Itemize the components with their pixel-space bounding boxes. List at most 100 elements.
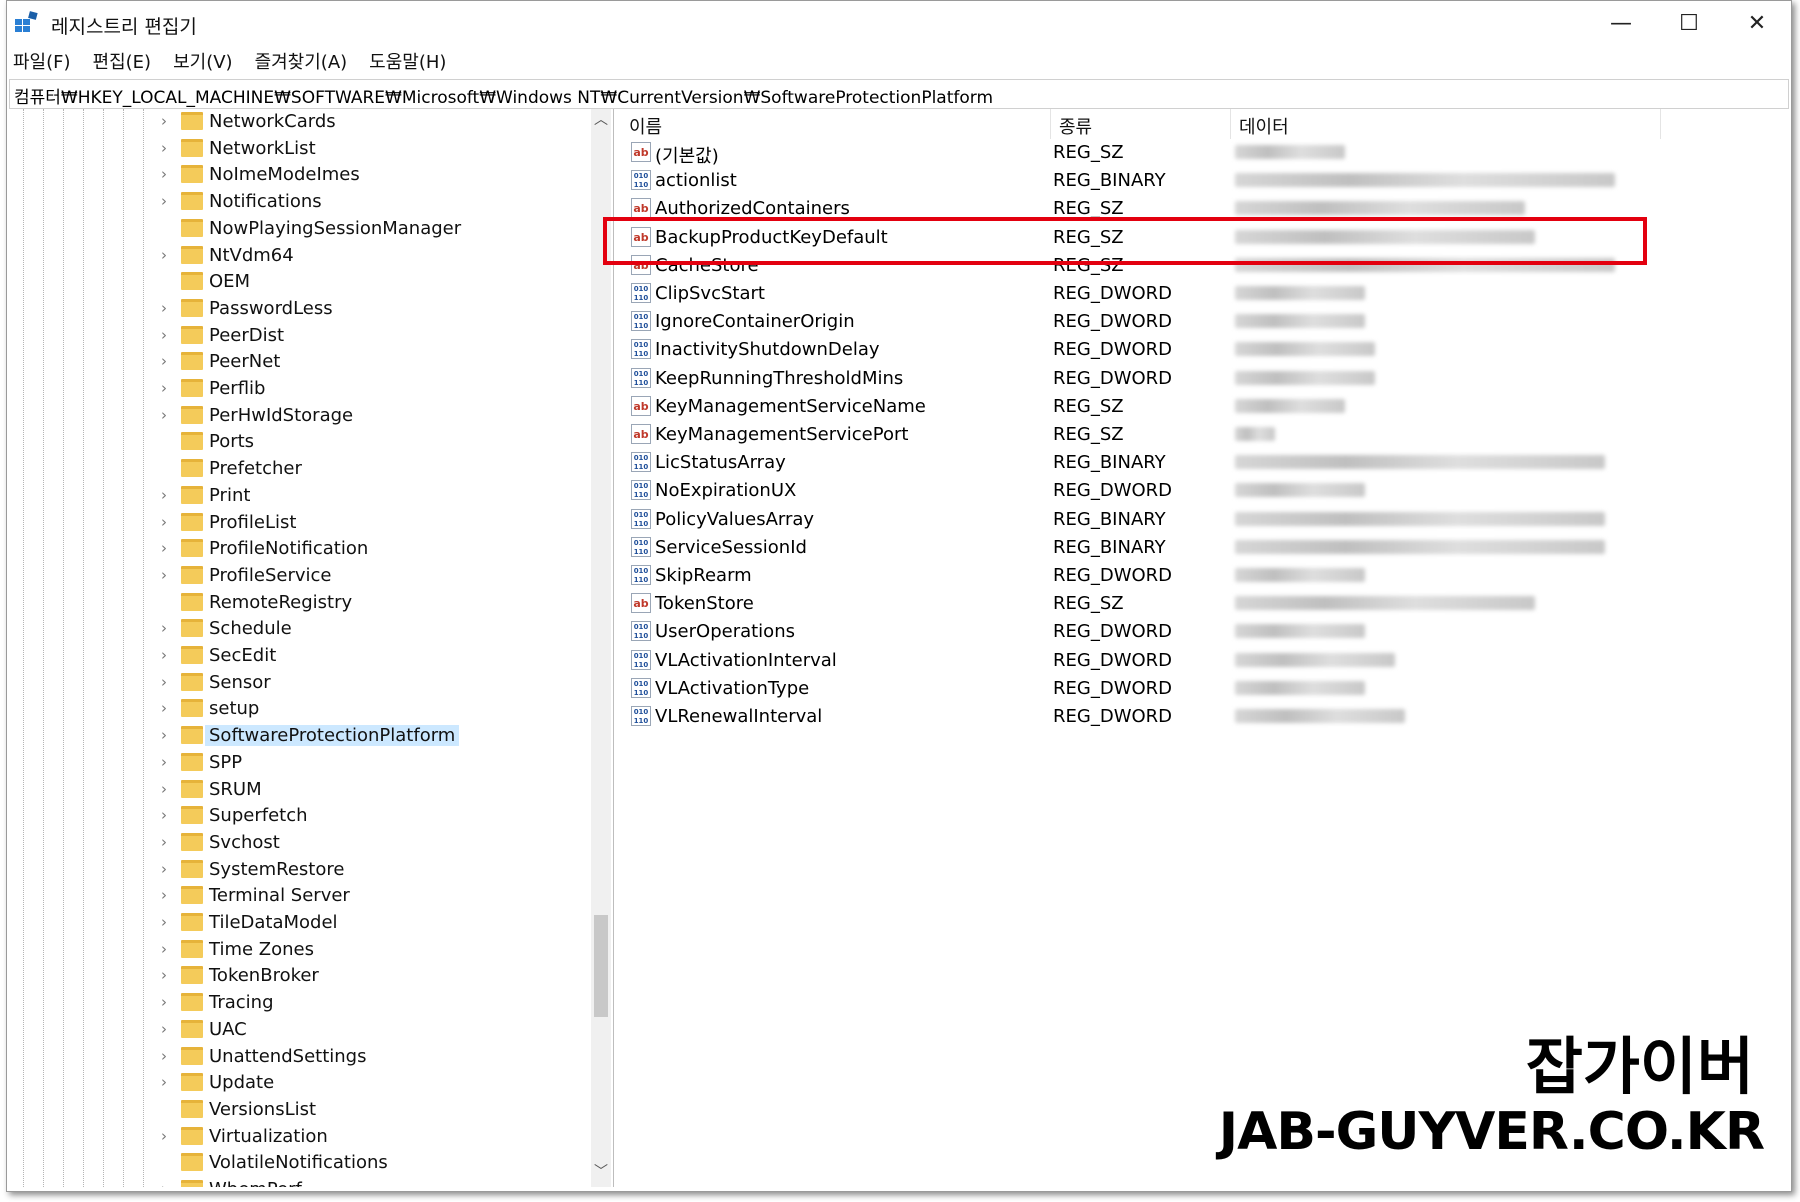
value-row[interactable]: ab (기본값) REG_SZ bbox=[621, 139, 1789, 167]
close-button[interactable]: ✕ bbox=[1723, 1, 1791, 45]
chevron-right-icon[interactable]: › bbox=[161, 326, 167, 344]
value-row[interactable]: 010 110 IgnoreContainerOrigin REG_DWORD bbox=[621, 308, 1789, 336]
tree-item[interactable]: › Perflib bbox=[9, 376, 589, 402]
value-row[interactable]: ab TokenStore REG_SZ bbox=[621, 590, 1789, 618]
column-header-name[interactable]: 이름 bbox=[621, 109, 1051, 139]
tree-item[interactable]: Ports bbox=[9, 429, 589, 455]
tree-item[interactable]: › SRUM bbox=[9, 777, 589, 803]
tree-item[interactable]: › NetworkList bbox=[9, 136, 589, 162]
value-row[interactable]: 010 110 VLActivationType REG_DWORD bbox=[621, 675, 1789, 703]
chevron-right-icon[interactable]: › bbox=[161, 406, 167, 424]
value-row[interactable]: 010 110 ClipSvcStart REG_DWORD bbox=[621, 280, 1789, 308]
scroll-thumb[interactable] bbox=[594, 915, 608, 1017]
chevron-right-icon[interactable]: › bbox=[161, 112, 167, 130]
address-bar[interactable]: 컴퓨터₩HKEY_LOCAL_MACHINE₩SOFTWARE₩Microsof… bbox=[9, 79, 1789, 109]
menu-help[interactable]: 도움말(H) bbox=[369, 48, 446, 74]
chevron-right-icon[interactable]: › bbox=[161, 966, 167, 984]
tree-item[interactable]: VersionsList bbox=[9, 1097, 589, 1123]
chevron-right-icon[interactable]: › bbox=[161, 886, 167, 904]
tree-item[interactable]: › Superfetch bbox=[9, 803, 589, 829]
tree-item[interactable]: › PeerDist bbox=[9, 323, 589, 349]
tree-item[interactable]: › Tracing bbox=[9, 990, 589, 1016]
chevron-right-icon[interactable]: › bbox=[161, 486, 167, 504]
value-row[interactable]: ab KeyManagementServiceName REG_SZ bbox=[621, 393, 1789, 421]
tree-item[interactable]: › Terminal Server bbox=[9, 883, 589, 909]
value-row[interactable]: 010 110 VLRenewalInterval REG_DWORD bbox=[621, 703, 1789, 731]
tree-item[interactable]: NowPlayingSessionManager bbox=[9, 216, 589, 242]
chevron-right-icon[interactable]: › bbox=[161, 566, 167, 584]
tree-item[interactable]: › UAC bbox=[9, 1017, 589, 1043]
value-row[interactable]: 010 110 ServiceSessionId REG_BINARY bbox=[621, 534, 1789, 562]
tree-item[interactable]: › TileDataModel bbox=[9, 910, 589, 936]
value-row[interactable]: 010 110 VLActivationInterval REG_DWORD bbox=[621, 647, 1789, 675]
chevron-right-icon[interactable]: › bbox=[161, 806, 167, 824]
tree-item[interactable]: › ProfileNotification bbox=[9, 536, 589, 562]
chevron-right-icon[interactable]: › bbox=[161, 192, 167, 210]
title-bar[interactable]: 레지스트리 편집기 — ☐ ✕ bbox=[7, 1, 1791, 45]
value-row[interactable]: ab KeyManagementServicePort REG_SZ bbox=[621, 421, 1789, 449]
column-header-type[interactable]: 종류 bbox=[1051, 109, 1231, 139]
chevron-right-icon[interactable]: › bbox=[161, 993, 167, 1011]
tree-item[interactable]: › PasswordLess bbox=[9, 296, 589, 322]
chevron-right-icon[interactable]: › bbox=[161, 860, 167, 878]
chevron-right-icon[interactable]: › bbox=[161, 1127, 167, 1145]
tree-item[interactable]: › PerHwIdStorage bbox=[9, 403, 589, 429]
tree-item[interactable]: › PeerNet bbox=[9, 349, 589, 375]
address-path[interactable]: 컴퓨터₩HKEY_LOCAL_MACHINE₩SOFTWARE₩Microsof… bbox=[14, 83, 993, 108]
tree-item[interactable]: › Schedule bbox=[9, 616, 589, 642]
chevron-right-icon[interactable]: › bbox=[161, 726, 167, 744]
chevron-right-icon[interactable]: › bbox=[161, 299, 167, 317]
chevron-right-icon[interactable]: › bbox=[161, 673, 167, 691]
chevron-right-icon[interactable]: › bbox=[161, 1180, 167, 1187]
chevron-right-icon[interactable]: › bbox=[161, 539, 167, 557]
menu-edit[interactable]: 편집(E) bbox=[93, 48, 152, 74]
chevron-right-icon[interactable]: › bbox=[161, 1073, 167, 1091]
chevron-right-icon[interactable]: › bbox=[161, 940, 167, 958]
tree-item[interactable]: › NtVdm64 bbox=[9, 243, 589, 269]
tree-item[interactable]: › setup bbox=[9, 696, 589, 722]
chevron-right-icon[interactable]: › bbox=[161, 619, 167, 637]
chevron-right-icon[interactable]: › bbox=[161, 1020, 167, 1038]
chevron-right-icon[interactable]: › bbox=[161, 780, 167, 798]
value-row[interactable]: 010 110 actionlist REG_BINARY bbox=[621, 167, 1789, 195]
chevron-right-icon[interactable]: › bbox=[161, 352, 167, 370]
tree-item[interactable]: › Update bbox=[9, 1070, 589, 1096]
tree-item[interactable]: › NoImeModeImes bbox=[9, 162, 589, 188]
value-row[interactable]: 010 110 PolicyValuesArray REG_BINARY bbox=[621, 506, 1789, 534]
tree-item[interactable]: VolatileNotifications bbox=[9, 1150, 589, 1176]
scroll-up-icon[interactable]: ︿ bbox=[591, 109, 611, 131]
minimize-button[interactable]: — bbox=[1587, 1, 1655, 45]
maximize-button[interactable]: ☐ bbox=[1655, 1, 1723, 45]
chevron-right-icon[interactable]: › bbox=[161, 379, 167, 397]
tree-item[interactable]: › SystemRestore bbox=[9, 857, 589, 883]
tree-item[interactable]: › Svchost bbox=[9, 830, 589, 856]
tree-item[interactable]: › Print bbox=[9, 483, 589, 509]
value-row[interactable]: 010 110 NoExpirationUX REG_DWORD bbox=[621, 477, 1789, 505]
tree-item[interactable]: Prefetcher bbox=[9, 456, 589, 482]
menu-favorites[interactable]: 즐겨찾기(A) bbox=[255, 48, 348, 74]
value-row[interactable]: 010 110 SkipRearm REG_DWORD bbox=[621, 562, 1789, 590]
tree-item[interactable]: › SecEdit bbox=[9, 643, 589, 669]
tree-item[interactable]: › WbemPerf bbox=[9, 1177, 589, 1187]
tree-item[interactable]: RemoteRegistry bbox=[9, 590, 589, 616]
value-row[interactable]: 010 110 InactivityShutdownDelay REG_DWORD bbox=[621, 336, 1789, 364]
chevron-right-icon[interactable]: › bbox=[161, 513, 167, 531]
tree-item[interactable]: › NetworkCards bbox=[9, 109, 589, 135]
tree-item[interactable]: › SPP bbox=[9, 750, 589, 776]
tree-scrollbar[interactable]: ︿ ﹀ bbox=[591, 109, 611, 1187]
chevron-right-icon[interactable]: › bbox=[161, 1047, 167, 1065]
scroll-down-icon[interactable]: ﹀ bbox=[591, 1161, 611, 1183]
chevron-right-icon[interactable]: › bbox=[161, 139, 167, 157]
tree-item[interactable]: › Notifications bbox=[9, 189, 589, 215]
value-row[interactable]: 010 110 UserOperations REG_DWORD bbox=[621, 618, 1789, 646]
chevron-right-icon[interactable]: › bbox=[161, 165, 167, 183]
tree-item[interactable]: › SoftwareProtectionPlatform bbox=[9, 723, 589, 749]
tree-item[interactable]: OEM bbox=[9, 269, 589, 295]
column-header-data[interactable]: 데이터 bbox=[1231, 109, 1661, 139]
value-row[interactable]: 010 110 LicStatusArray REG_BINARY bbox=[621, 449, 1789, 477]
tree-item[interactable]: › TokenBroker bbox=[9, 963, 589, 989]
registry-tree-pane[interactable]: › NetworkCards › NetworkList › NoImeModeImes ›… bbox=[9, 109, 614, 1187]
chevron-right-icon[interactable]: › bbox=[161, 753, 167, 771]
tree-item[interactable]: › Time Zones bbox=[9, 937, 589, 963]
tree-item[interactable]: › ProfileList bbox=[9, 510, 589, 536]
